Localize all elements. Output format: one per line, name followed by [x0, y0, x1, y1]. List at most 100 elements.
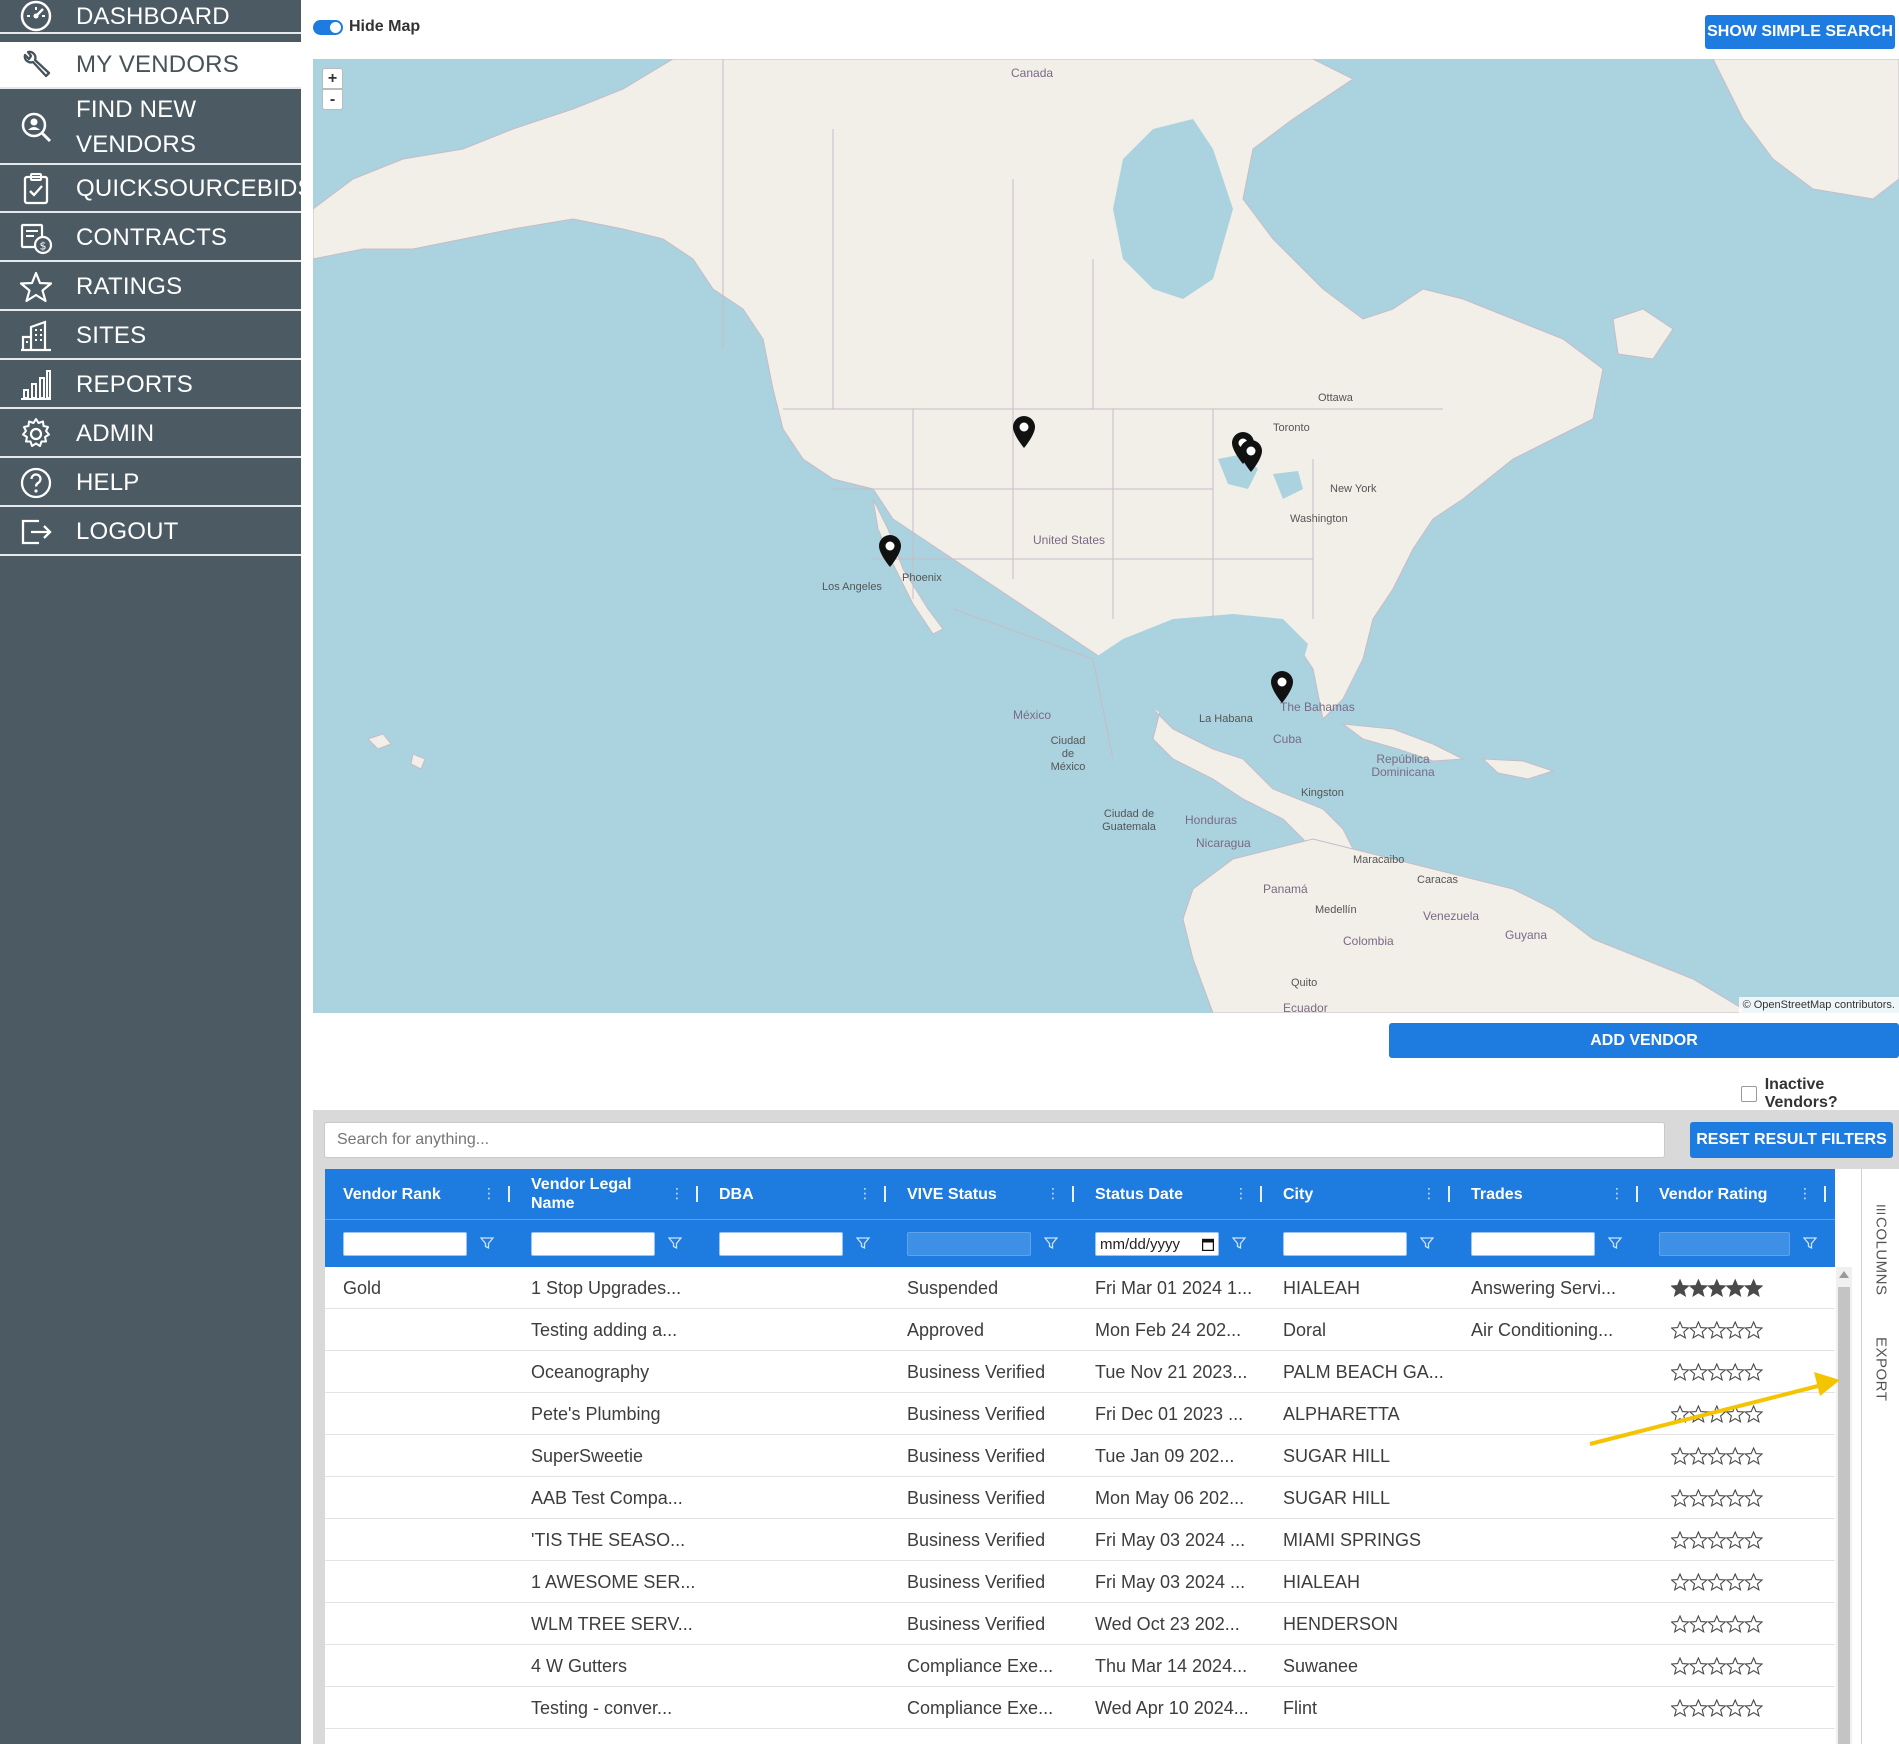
vendor-location-pin[interactable] — [1012, 415, 1036, 449]
sidebar-item-admin[interactable]: ADMIN — [0, 411, 301, 458]
filter-input-dba[interactable] — [719, 1232, 843, 1256]
sidebar-item-reports[interactable]: REPORTS — [0, 362, 301, 409]
vendor-rating-stars[interactable] — [1671, 1699, 1763, 1717]
star-outline-icon[interactable] — [1743, 1699, 1763, 1717]
table-row[interactable]: Testing adding a... Approved Mon Feb 24 20… — [325, 1309, 1835, 1351]
filter-funnel-icon[interactable] — [668, 1236, 682, 1250]
sidebar-item-quicksourcebids[interactable]: QUICKSOURCEBIDS — [0, 166, 314, 213]
table-row[interactable]: 1 AWESOME SER... Business Verified Fri May… — [325, 1561, 1835, 1603]
column-menu-icon[interactable]: ⋮ — [1046, 1185, 1060, 1203]
sidebar-item-contracts[interactable]: $ CONTRACTS — [0, 215, 301, 262]
star-outline-icon[interactable] — [1671, 1405, 1690, 1423]
filter-funnel-icon[interactable] — [1044, 1236, 1058, 1250]
star-outline-icon[interactable] — [1725, 1447, 1745, 1465]
reset-result-filters-button[interactable]: RESET RESULT FILTERS — [1690, 1122, 1893, 1158]
calendar-icon[interactable] — [1202, 1238, 1214, 1251]
star-outline-icon[interactable] — [1671, 1657, 1690, 1675]
star-outline-icon[interactable] — [1725, 1657, 1745, 1675]
star-outline-icon[interactable] — [1688, 1615, 1709, 1633]
scrollbar-thumb[interactable] — [1838, 1287, 1850, 1744]
sidebar-item-sites[interactable]: SITES — [0, 313, 301, 360]
star-filled-icon[interactable] — [1688, 1279, 1709, 1297]
table-row[interactable]: Pete's Plumbing Business Verified Fri Dec … — [325, 1393, 1835, 1435]
inactive-vendors-toggle[interactable]: Inactive Vendors? — [1741, 1076, 1899, 1112]
table-row[interactable]: Gold 1 Stop Upgrades... Suspended Fri Mar 0… — [325, 1267, 1835, 1309]
vendor-rating-stars[interactable] — [1671, 1615, 1763, 1633]
grid-search-input[interactable] — [324, 1122, 1665, 1158]
table-row[interactable]: 'TIS THE SEASO... Business Verified Fri Ma… — [325, 1519, 1835, 1561]
star-filled-icon[interactable] — [1707, 1279, 1727, 1297]
show-simple-search-button[interactable]: SHOW SIMPLE SEARCH — [1705, 15, 1895, 49]
vendor-location-pin[interactable] — [1239, 439, 1263, 473]
filter-funnel-icon[interactable] — [856, 1236, 870, 1250]
filter-funnel-icon[interactable] — [1232, 1236, 1246, 1250]
star-outline-icon[interactable] — [1671, 1489, 1690, 1507]
star-outline-icon[interactable] — [1707, 1405, 1727, 1423]
star-filled-icon[interactable] — [1743, 1279, 1763, 1297]
star-outline-icon[interactable] — [1688, 1405, 1709, 1423]
table-row[interactable]: Testing - conver... Compliance Exe... Wed … — [325, 1687, 1835, 1729]
sidebar-item-find-new-vendors[interactable]: FIND NEW VENDORS — [0, 91, 301, 165]
table-row[interactable]: SuperSweetie Business Verified Tue Jan 09 … — [325, 1435, 1835, 1477]
column-resize-handle[interactable] — [508, 1186, 510, 1202]
star-outline-icon[interactable] — [1707, 1447, 1727, 1465]
star-outline-icon[interactable] — [1671, 1447, 1690, 1465]
star-outline-icon[interactable] — [1743, 1657, 1763, 1675]
star-outline-icon[interactable] — [1743, 1321, 1763, 1339]
map-attribution[interactable]: © OpenStreetMap contributors. — [1738, 997, 1899, 1013]
column-resize-handle[interactable] — [1824, 1186, 1826, 1202]
star-outline-icon[interactable] — [1671, 1321, 1690, 1339]
star-outline-icon[interactable] — [1725, 1531, 1745, 1549]
scroll-up-arrow[interactable] — [1839, 1271, 1849, 1278]
star-filled-icon[interactable] — [1671, 1279, 1690, 1297]
star-outline-icon[interactable] — [1688, 1489, 1709, 1507]
table-row[interactable]: WLM TREE SERV... Business Verified Wed Oct… — [325, 1603, 1835, 1645]
star-outline-icon[interactable] — [1688, 1321, 1709, 1339]
star-outline-icon[interactable] — [1725, 1615, 1745, 1633]
column-resize-handle[interactable] — [696, 1186, 698, 1202]
sidebar-item-logout[interactable]: LOGOUT — [0, 509, 301, 556]
star-outline-icon[interactable] — [1671, 1573, 1690, 1591]
sidebar-item-my-vendors[interactable]: MY VENDORS — [0, 42, 301, 89]
table-row[interactable]: 4 W Gutters Compliance Exe... Thu Mar 14 2… — [325, 1645, 1835, 1687]
star-outline-icon[interactable] — [1743, 1615, 1763, 1633]
inactive-vendors-checkbox[interactable] — [1741, 1086, 1757, 1102]
sidebar-item-help[interactable]: HELP — [0, 460, 301, 507]
vendor-map[interactable]: + - Canada Ottawa Toronto New York Washi… — [313, 59, 1899, 1013]
filter-funnel-icon[interactable] — [1420, 1236, 1434, 1250]
vendor-rating-stars[interactable] — [1671, 1573, 1763, 1591]
vendor-rating-stars[interactable] — [1671, 1489, 1763, 1507]
star-outline-icon[interactable] — [1707, 1531, 1727, 1549]
vendor-rating-stars[interactable] — [1671, 1447, 1763, 1465]
column-resize-handle[interactable] — [1636, 1186, 1638, 1202]
toggle-switch[interactable] — [313, 19, 343, 35]
star-outline-icon[interactable] — [1688, 1531, 1709, 1549]
star-outline-icon[interactable] — [1725, 1573, 1745, 1591]
hide-map-toggle[interactable]: Hide Map — [313, 18, 420, 36]
export-tool-tab[interactable]: EXPORT — [1862, 1329, 1899, 1409]
star-outline-icon[interactable] — [1688, 1657, 1709, 1675]
star-outline-icon[interactable] — [1688, 1573, 1709, 1591]
star-outline-icon[interactable] — [1743, 1447, 1763, 1465]
map-zoom-in-button[interactable]: + — [322, 68, 343, 89]
table-row[interactable]: Oceanography Business Verified Tue Nov 21 … — [325, 1351, 1835, 1393]
star-outline-icon[interactable] — [1671, 1615, 1690, 1633]
star-outline-icon[interactable] — [1688, 1447, 1709, 1465]
star-outline-icon[interactable] — [1707, 1657, 1727, 1675]
grid-vertical-scrollbar[interactable] — [1836, 1267, 1852, 1744]
column-resize-handle[interactable] — [884, 1186, 886, 1202]
star-outline-icon[interactable] — [1743, 1489, 1763, 1507]
table-row[interactable]: AAB Test Compa... Business Verified Mon Ma… — [325, 1477, 1835, 1519]
column-menu-icon[interactable]: ⋮ — [1422, 1185, 1436, 1203]
star-outline-icon[interactable] — [1743, 1531, 1763, 1549]
vendor-rating-stars[interactable] — [1671, 1657, 1763, 1675]
vendor-location-pin[interactable] — [1270, 670, 1294, 704]
column-resize-handle[interactable] — [1260, 1186, 1262, 1202]
star-outline-icon[interactable] — [1707, 1615, 1727, 1633]
filter-funnel-icon[interactable] — [1803, 1236, 1817, 1250]
star-outline-icon[interactable] — [1707, 1573, 1727, 1591]
star-outline-icon[interactable] — [1725, 1363, 1745, 1381]
filter-funnel-icon[interactable] — [1608, 1236, 1622, 1250]
vendor-rating-stars[interactable] — [1671, 1363, 1763, 1381]
column-menu-icon[interactable]: ⋮ — [1234, 1185, 1248, 1203]
